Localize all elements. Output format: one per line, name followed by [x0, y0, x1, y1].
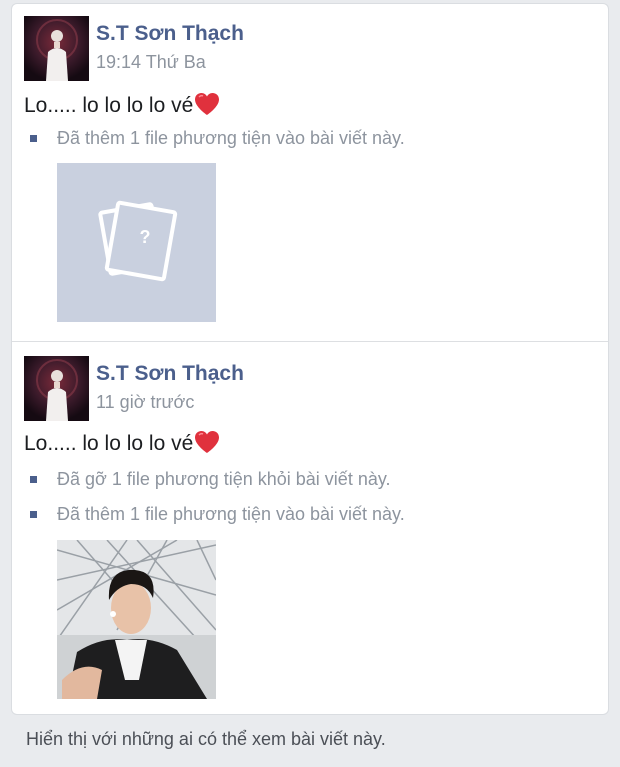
post-message: Lo..... lo lo lo lo vé — [24, 92, 220, 122]
history-note: Đã thêm 1 file phương tiện vào bài viết … — [30, 128, 405, 149]
post-timestamp[interactable]: 19:14 Thứ Ba — [96, 52, 206, 73]
missing-photo-icon: ? — [98, 200, 178, 282]
author-name[interactable]: S.T Sơn Thạch — [96, 22, 244, 46]
svg-text:?: ? — [140, 227, 151, 247]
heart-emoji-icon — [194, 430, 220, 460]
history-note-text: Đã gỡ 1 file phương tiện khỏi bài viết n… — [57, 469, 391, 489]
history-entry: S.T Sơn Thạch 19:14 Thứ Ba Lo..... lo lo… — [12, 4, 608, 341]
photo-image — [57, 540, 216, 699]
square-bullet-icon — [30, 476, 37, 483]
avatar[interactable] — [24, 356, 89, 421]
author-name[interactable]: S.T Sơn Thạch — [96, 362, 244, 386]
post-message: Lo..... lo lo lo lo vé — [24, 430, 220, 460]
post-timestamp[interactable]: 11 giờ trước — [96, 392, 194, 413]
history-note-text: Đã thêm 1 file phương tiện vào bài viết … — [57, 128, 405, 148]
avatar[interactable] — [24, 16, 89, 81]
avatar-image — [24, 16, 89, 81]
history-note: Đã gỡ 1 file phương tiện khỏi bài viết n… — [30, 469, 391, 490]
history-entry: S.T Sơn Thạch 11 giờ trước Lo..... lo lo… — [12, 342, 608, 714]
heart-emoji-icon — [194, 92, 220, 122]
post-message-text: Lo..... lo lo lo lo vé — [24, 94, 194, 117]
post-message-text: Lo..... lo lo lo lo vé — [24, 432, 194, 455]
visibility-notice: Hiển thị với những ai có thể xem bài viế… — [26, 729, 386, 749]
avatar-image — [24, 356, 89, 421]
edit-history-card: S.T Sơn Thạch 19:14 Thứ Ba Lo..... lo lo… — [12, 4, 608, 714]
history-note: Đã thêm 1 file phương tiện vào bài viết … — [30, 504, 405, 525]
photo-thumbnail[interactable] — [57, 540, 216, 699]
history-note-text: Đã thêm 1 file phương tiện vào bài viết … — [57, 504, 405, 524]
square-bullet-icon — [30, 511, 37, 518]
square-bullet-icon — [30, 135, 37, 142]
missing-media-thumbnail[interactable]: ? — [57, 163, 216, 322]
